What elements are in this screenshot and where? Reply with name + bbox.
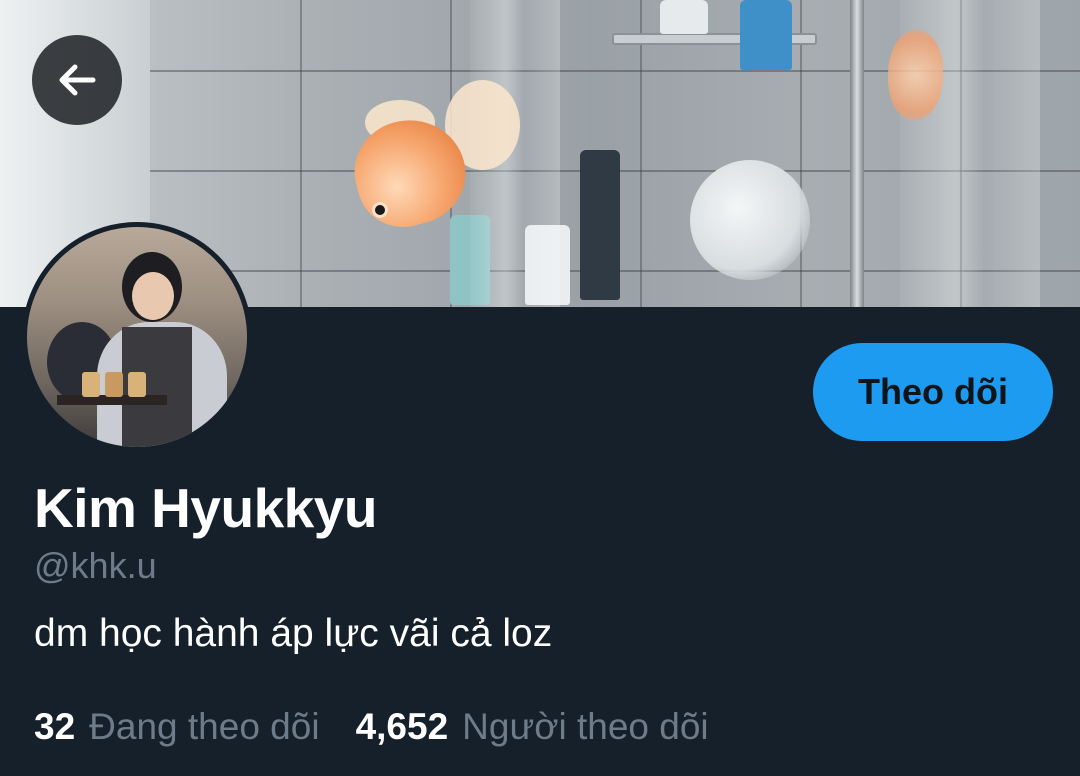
arrow-left-icon [53, 56, 101, 104]
banner-tile-line [640, 0, 642, 307]
followers-label: Người theo dõi [462, 706, 709, 747]
avatar-person-face [132, 272, 174, 320]
username-handle: @khk.u [34, 545, 157, 586]
banner-loofah [690, 160, 810, 280]
banner-tile-line [800, 0, 802, 307]
follow-button[interactable]: Theo dõi [813, 343, 1053, 441]
followers-count: 4,652 [355, 706, 449, 747]
avatar[interactable] [22, 222, 252, 452]
followers-link[interactable]: 4,652 Người theo dõi [356, 706, 709, 748]
banner-bottle [740, 0, 792, 70]
profile-stats: 32 Đang theo dõi 4,652 Người theo dõi [34, 706, 709, 748]
following-link[interactable]: 32 Đang theo dõi [34, 706, 320, 748]
banner-shower-pole [850, 0, 864, 307]
following-label: Đang theo dõi [89, 706, 320, 747]
avatar-drink [82, 372, 100, 397]
profile-bio: dm học hành áp lực vãi cả loz [34, 612, 553, 655]
banner-bottle [660, 0, 708, 34]
banner-fish-eye [372, 202, 388, 218]
avatar-drink [105, 372, 123, 397]
banner-bottle [580, 150, 620, 300]
display-name: Kim Hyukkyu [34, 477, 377, 539]
following-count: 32 [34, 706, 76, 747]
banner-tile-line [300, 0, 302, 307]
banner-goldfish-small [888, 30, 943, 120]
back-button[interactable] [32, 35, 122, 125]
avatar-drink [128, 372, 146, 397]
